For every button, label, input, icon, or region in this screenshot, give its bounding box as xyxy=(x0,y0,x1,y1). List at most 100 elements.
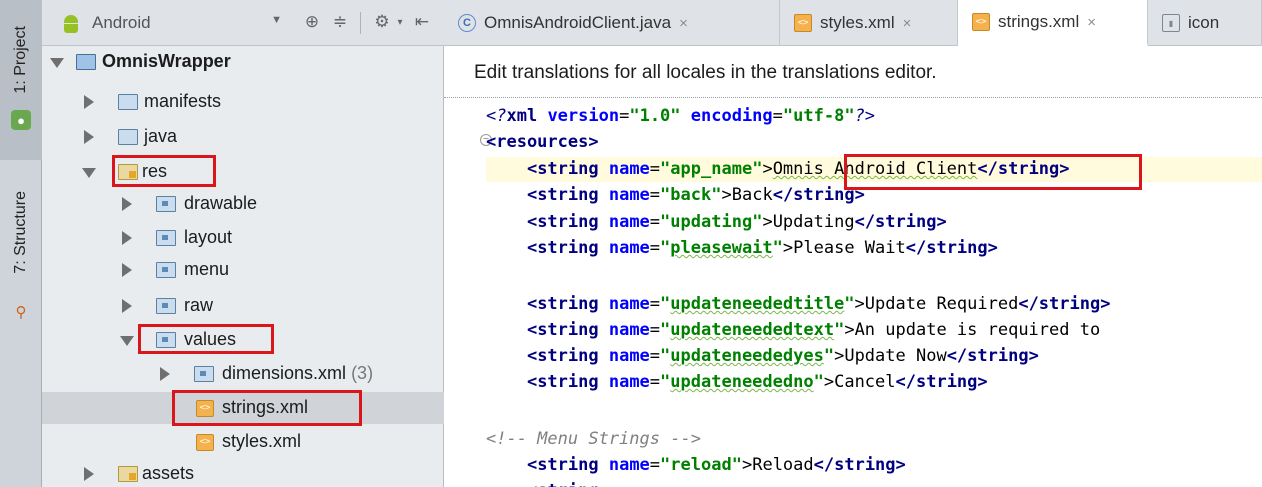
tree-item-label: manifests xyxy=(144,91,222,111)
tab-label: styles.xml xyxy=(820,13,895,32)
project-view-selector[interactable]: Android ▼ xyxy=(60,10,282,36)
tree-item-layout[interactable]: layout xyxy=(42,222,444,254)
project-view-label: Android xyxy=(92,13,151,32)
highlight-box xyxy=(112,155,216,187)
tree-item-manifests[interactable]: manifests xyxy=(42,86,444,118)
tree-item-menu[interactable]: menu xyxy=(42,254,444,286)
editor-tab-bar: C OmnisAndroidClient.java × <> styles.xm… xyxy=(444,0,1262,46)
expand-arrow-icon[interactable] xyxy=(120,336,134,346)
string-value: Please Wait xyxy=(793,238,906,258)
tree-item-styles-xml[interactable]: <> styles.xml xyxy=(42,426,444,458)
tree-item-label: assets xyxy=(142,463,195,483)
tree-item-label: java xyxy=(144,126,178,146)
structure-tool-tab[interactable]: 7: Structure xyxy=(0,172,42,322)
tab-styles-xml[interactable]: <> styles.xml × xyxy=(780,0,958,46)
code-line-comment: <!-- Menu Strings --> xyxy=(486,427,1262,452)
folder-icon xyxy=(156,196,176,212)
banner-text: Edit translations for all locales in the… xyxy=(474,62,937,83)
close-icon[interactable]: × xyxy=(1087,14,1096,31)
tree-item-assets[interactable]: assets xyxy=(42,458,444,487)
folder-icon xyxy=(118,129,138,145)
translations-editor-banner[interactable]: Edit translations for all locales in the… xyxy=(444,46,1262,98)
tab-label: strings.xml xyxy=(998,12,1080,31)
code-line-partial: <string xyxy=(486,479,1262,487)
tree-item-res[interactable]: res xyxy=(42,155,444,188)
project-tool-tab[interactable]: 1: Project xyxy=(0,0,42,160)
tab-omnisandroidclient-java[interactable]: C OmnisAndroidClient.java × xyxy=(444,0,780,46)
highlight-box xyxy=(844,154,1142,190)
collapse-arrow-icon[interactable] xyxy=(160,367,170,381)
string-value: Update Now xyxy=(844,346,947,366)
string-value: Update Required xyxy=(864,294,1019,314)
tree-item-raw[interactable]: raw xyxy=(42,290,444,322)
tree-item-label: styles.xml xyxy=(222,431,302,451)
tree-item-label: dimensions.xml (3) xyxy=(222,363,374,383)
tree-item-omniswrapper[interactable]: OmnisWrapper xyxy=(42,46,444,78)
tree-item-dimensions-xml[interactable]: dimensions.xml (3) xyxy=(42,358,444,390)
collapse-arrow-icon[interactable] xyxy=(122,197,132,211)
project-tree: OmnisWrapper manifests java res drawable xyxy=(42,46,444,487)
string-value: Reload xyxy=(752,455,814,475)
collapse-arrow-icon[interactable] xyxy=(122,231,132,245)
structure-icon: ⚲ xyxy=(15,304,27,321)
java-class-icon: C xyxy=(458,14,476,32)
chevron-down-icon[interactable]: ▾ xyxy=(388,10,412,34)
code-line-string-pleasewait: <string name="pleasewait">Please Wait</s… xyxy=(526,238,998,258)
code-line-string-updating: <string name="updating">Updating</string… xyxy=(526,212,947,232)
expand-arrow-icon[interactable] xyxy=(50,58,64,68)
hide-panel-icon[interactable]: ⇤ xyxy=(410,10,434,34)
tree-item-drawable[interactable]: drawable xyxy=(42,188,444,220)
tree-item-label: drawable xyxy=(184,193,258,213)
image-file-icon: ▮ xyxy=(1162,14,1180,32)
project-tool-tab-label: 1: Project xyxy=(12,26,29,94)
tree-item-label: menu xyxy=(184,259,230,279)
project-toolbar: Android ▼ ⊕ ≑ ⚙ ▾ ⇤ xyxy=(42,0,444,46)
collapse-all-icon[interactable]: ≑ xyxy=(328,10,352,34)
tree-item-java[interactable]: java xyxy=(42,121,444,153)
chevron-down-icon: ▼ xyxy=(271,14,282,26)
xml-comment: <!-- Menu Strings --> xyxy=(486,429,701,449)
highlight-box xyxy=(172,390,362,426)
structure-tool-tab-label: 7: Structure xyxy=(12,190,29,274)
xml-file-icon: <> xyxy=(972,13,990,31)
string-value: Updating xyxy=(772,212,855,232)
close-icon[interactable]: × xyxy=(903,15,912,32)
collapse-arrow-icon[interactable] xyxy=(84,467,94,481)
code-line-string-reload: <string name="reload">Reload</string> xyxy=(526,455,906,475)
code-line-string-updateneededtext: <string name="updateneededtext">An updat… xyxy=(526,320,1101,340)
code-line-resources-open: <resources> xyxy=(486,132,599,152)
folder-icon xyxy=(156,298,176,314)
string-value: Back xyxy=(731,185,773,205)
code-line-xml-declaration: <?xml version="1.0" encoding="utf-8"?> xyxy=(486,106,876,126)
android-icon: ● xyxy=(11,110,31,130)
module-folder-icon xyxy=(76,54,96,70)
collapse-arrow-icon[interactable] xyxy=(122,263,132,277)
tab-label: icon xyxy=(1188,13,1220,32)
folder-icon xyxy=(194,366,214,382)
xml-file-icon: <> xyxy=(794,14,812,32)
tab-label: OmnisAndroidClient.java xyxy=(484,13,672,32)
editor-gutter: − xyxy=(444,98,492,487)
close-icon[interactable]: × xyxy=(679,15,688,32)
xml-file-icon: <> xyxy=(196,434,214,451)
locate-icon[interactable]: ⊕ xyxy=(300,10,324,34)
file-count: (3) xyxy=(351,363,374,383)
folder-icon xyxy=(156,230,176,246)
tree-item-strings-xml[interactable]: <> strings.xml xyxy=(42,390,444,426)
collapse-arrow-icon[interactable] xyxy=(84,130,94,144)
string-value: An update is required to xyxy=(854,320,1101,340)
project-panel: Android ▼ ⊕ ≑ ⚙ ▾ ⇤ OmnisWrapper manifes… xyxy=(42,0,444,487)
code-line-string-updateneededyes: <string name="updateneededyes">Update No… xyxy=(526,346,1039,366)
tree-item-values[interactable]: values xyxy=(42,324,444,356)
expand-arrow-icon[interactable] xyxy=(82,168,96,178)
collapse-arrow-icon[interactable] xyxy=(84,95,94,109)
string-value: Cancel xyxy=(834,372,896,392)
code-line-string-updateneededtitle: <string name="updateneededtitle">Update … xyxy=(526,294,1111,314)
tree-item-label: layout xyxy=(184,227,233,247)
android-icon xyxy=(60,13,82,33)
tab-strings-xml[interactable]: <> strings.xml × xyxy=(958,0,1148,46)
tab-icon[interactable]: ▮ icon xyxy=(1148,0,1262,46)
tree-item-label: raw xyxy=(184,295,214,315)
collapse-arrow-icon[interactable] xyxy=(122,299,132,313)
resource-folder-icon xyxy=(118,466,138,482)
